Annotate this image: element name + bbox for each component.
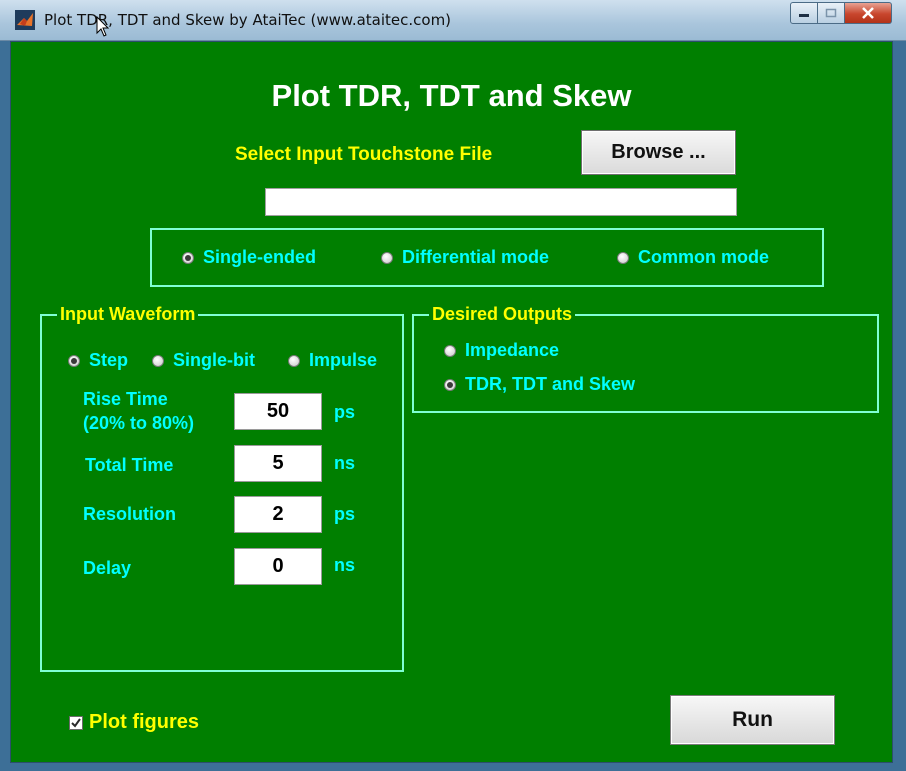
rise-time-unit: ps	[334, 402, 356, 422]
radio-differential-mode[interactable]: Differential mode	[381, 247, 549, 268]
radio-selected-icon	[182, 251, 194, 264]
minimize-button[interactable]	[790, 2, 818, 24]
radio-step[interactable]: Step	[68, 350, 128, 371]
radio-single-ended[interactable]: Single-ended	[182, 247, 316, 268]
radio-label: Single-ended	[203, 247, 317, 267]
radio-label: Differential mode	[402, 247, 550, 267]
input-waveform-group: Input Waveform Step Single-bit Impulse R…	[40, 304, 404, 672]
total-time-label: Total Time	[85, 455, 174, 475]
radio-label: Step	[89, 350, 129, 370]
file-path-field[interactable]	[265, 188, 737, 216]
figure-panel: Plot TDR, TDT and Skew Select Input Touc…	[10, 41, 893, 763]
resolution-unit: ps	[334, 504, 356, 524]
checkbox-label: Plot figures	[89, 711, 200, 733]
run-button[interactable]: Run	[670, 695, 835, 745]
rise-time-label: Rise Time (20% to 80%)	[83, 387, 194, 435]
radio-label: Single-bit	[173, 350, 255, 370]
radio-impulse[interactable]: Impulse	[288, 350, 377, 371]
resolution-label: Resolution	[83, 504, 176, 524]
mode-selector: Single-ended Differential mode Common mo…	[150, 228, 824, 287]
radio-unselected-icon	[617, 251, 629, 264]
radio-impedance[interactable]: Impedance	[444, 340, 559, 361]
app-window: Plot TDR, TDT and Skew by AtaiTec (www.a…	[0, 0, 906, 771]
radio-common-mode[interactable]: Common mode	[617, 247, 769, 268]
maximize-icon	[825, 8, 837, 18]
desired-outputs-group: Desired Outputs Impedance TDR, TDT and S…	[412, 304, 879, 413]
radio-unselected-icon	[444, 344, 456, 357]
mouse-cursor-icon	[96, 16, 110, 37]
radio-selected-icon	[68, 354, 80, 367]
radio-label: TDR, TDT and Skew	[465, 374, 636, 394]
delay-unit: ns	[334, 555, 356, 575]
rise-time-label-line2: (20% to 80%)	[83, 413, 195, 433]
title-bar[interactable]: Plot TDR, TDT and Skew by AtaiTec (www.a…	[0, 0, 906, 41]
total-time-unit: ns	[334, 453, 356, 473]
resolution-input[interactable]: 2	[234, 496, 322, 533]
rise-time-label-line1: Rise Time	[83, 389, 168, 409]
delay-label: Delay	[83, 558, 132, 578]
page-title: Plot TDR, TDT and Skew	[271, 78, 632, 113]
radio-unselected-icon	[381, 251, 393, 264]
radio-unselected-icon	[288, 354, 300, 367]
checkbox-checked-icon	[69, 715, 83, 730]
radio-tdr-tdt-skew[interactable]: TDR, TDT and Skew	[444, 374, 635, 395]
minimize-icon	[799, 14, 809, 17]
close-button[interactable]	[845, 2, 892, 24]
radio-unselected-icon	[152, 354, 164, 367]
plot-figures-checkbox[interactable]: Plot figures	[69, 711, 199, 734]
browse-button[interactable]: Browse ...	[581, 130, 736, 175]
radio-selected-icon	[444, 378, 456, 391]
radio-label: Common mode	[638, 247, 770, 267]
window-controls	[790, 2, 892, 28]
maximize-button[interactable]	[818, 2, 845, 24]
delay-input[interactable]: 0	[234, 548, 322, 585]
radio-label: Impulse	[309, 350, 378, 370]
matlab-app-icon	[15, 10, 35, 30]
rise-time-input[interactable]: 50	[234, 393, 322, 430]
select-file-label: Select Input Touchstone File	[235, 144, 493, 165]
radio-label: Impedance	[465, 340, 560, 360]
total-time-input[interactable]: 5	[234, 445, 322, 482]
group-title: Desired Outputs	[429, 304, 576, 325]
radio-single-bit[interactable]: Single-bit	[152, 350, 255, 371]
group-title: Input Waveform	[57, 304, 199, 325]
close-icon	[862, 7, 874, 19]
